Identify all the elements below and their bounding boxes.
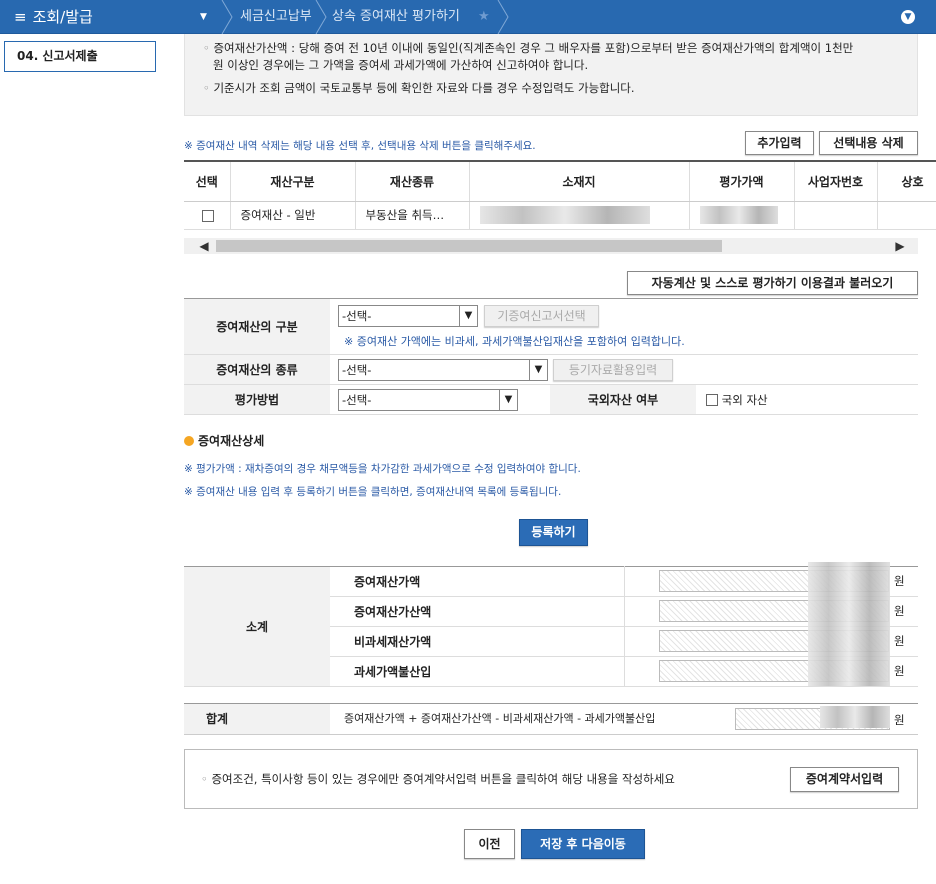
row-location: [469, 201, 690, 230]
breadcrumb-separator-icon: [315, 0, 327, 34]
kind-select[interactable]: -선택- ▼: [338, 359, 548, 381]
horizontal-scrollbar[interactable]: ◀ ▶: [184, 238, 918, 254]
bullet-icon: [184, 436, 194, 446]
summary-row-label: 증여재산가산액: [330, 596, 625, 627]
add-entry-button[interactable]: 추가입력: [745, 131, 814, 155]
info-bullet: ◦ 기준시가 조회 금액이 국토교통부 등에 확인한 자료와 다를 경우 수정입…: [203, 81, 635, 95]
subtotal-label: 소계: [184, 566, 330, 687]
redacted-amounts: [808, 562, 890, 686]
column-header: 사업자번호: [794, 161, 878, 202]
unit-label: 원: [894, 664, 905, 678]
method-label: 평가방법: [184, 384, 330, 415]
column-header: 선택: [184, 161, 231, 202]
chevron-down-icon: ▼: [459, 306, 477, 326]
menu-toggle[interactable]: ≡ 조회/발급: [0, 0, 186, 34]
prev-report-select-button[interactable]: 기증여신고서선택: [484, 305, 599, 327]
scroll-left-icon[interactable]: ◀: [194, 238, 214, 254]
row-category: 증여재산 - 일반: [230, 201, 356, 230]
total-label: 합계: [184, 704, 330, 734]
foreign-asset-text: 국외 자산: [721, 392, 768, 407]
delete-note: ※ 증여재산 내역 삭제는 해당 내용 선택 후, 선택내용 삭제 버튼을 클릭…: [184, 140, 536, 152]
detail-note: ※ 증여재산 내용 입력 후 등록하기 버튼을 클릭하면, 증여재산내역 목록에…: [184, 486, 562, 498]
unit-label: 원: [894, 574, 905, 588]
info-text: 증여재산가산액 : 당해 증여 전 10년 이내에 동일인(직계존속인 경우 그…: [213, 41, 854, 55]
redacted-total: [820, 706, 890, 728]
row-company: [877, 201, 936, 230]
summary-row-label: 과세가액불산입: [330, 656, 625, 687]
top-navigation-bar: ≡ 조회/발급 ▼ 세금신고납부 상속 증여재산 평가하기 ★ ▼: [0, 0, 936, 34]
chevron-down-icon: ▼: [529, 360, 547, 380]
unit-label: 원: [894, 713, 905, 727]
total-row: 합계 증여재산가액 + 증여재산가산액 - 비과세재산가액 - 과세가액불산입 …: [184, 703, 918, 735]
detail-section-title: 증여재산상세: [184, 432, 264, 449]
column-header: 상호: [877, 161, 936, 202]
sidebar-item-report-submit[interactable]: 04. 신고서제출: [4, 41, 156, 72]
table-header: 선택 재산구분 재산종류 소재지 평가가액 사업자번호 상호: [184, 161, 936, 202]
collapse-icon[interactable]: ▼: [901, 10, 915, 24]
previous-button[interactable]: 이전: [464, 829, 515, 859]
table-row[interactable]: 증여재산 - 일반 부동산을 취득…: [184, 201, 936, 230]
type-note: ※ 증여재산 가액에는 비과세, 과세가액불산입재산을 포함하여 입력합니다.: [344, 335, 685, 348]
unit-label: 원: [894, 634, 905, 648]
autocalc-load-button[interactable]: 자동계산 및 스스로 평가하기 이용결과 불러오기: [627, 271, 918, 295]
summary-row-label: 증여재산가액: [330, 566, 625, 597]
column-header: 소재지: [469, 161, 690, 202]
total-formula: 증여재산가액 + 증여재산가산액 - 비과세재산가액 - 과세가액불산입: [344, 712, 656, 725]
column-header: 평가가액: [689, 161, 795, 202]
info-bullet: ◦ 증여재산가산액 : 당해 증여 전 10년 이내에 동일인(직계존속인 경우…: [203, 41, 854, 55]
info-text: 기준시가 조회 금액이 국토교통부 등에 확인한 자료와 다를 경우 수정입력도…: [213, 81, 635, 95]
row-checkbox[interactable]: [202, 209, 214, 222]
menu-title: 조회/발급: [32, 8, 93, 26]
info-text: 원 이상인 경우에는 그 가액을 증여세 과세가액에 가산하여 신고하여야 합니…: [213, 58, 589, 72]
breadcrumb-separator-icon: [497, 0, 509, 34]
breadcrumb-item[interactable]: 상속 증여재산 평가하기: [332, 0, 460, 34]
unit-label: 원: [894, 604, 905, 618]
chevron-down-icon: ▼: [499, 390, 517, 410]
type-select[interactable]: -선택- ▼: [338, 305, 478, 327]
foreign-asset-label: 국외자산 여부: [550, 384, 696, 415]
breadcrumb-item[interactable]: 세금신고납부: [240, 0, 312, 34]
type-label: 증여재산의 구분: [184, 298, 330, 355]
save-next-button[interactable]: 저장 후 다음이동: [521, 829, 645, 859]
row-value: [689, 201, 795, 230]
column-header: 재산구분: [230, 161, 356, 202]
redacted-value: [699, 206, 778, 224]
registry-data-button[interactable]: 등기자료활용입력: [553, 359, 673, 381]
contract-box: ◦ 증여조건, 특이사항 등이 있는 경우에만 증여계약서입력 버튼을 클릭하여…: [184, 749, 918, 809]
contract-note: ◦ 증여조건, 특이사항 등이 있는 경우에만 증여계약서입력 버튼을 클릭하여…: [201, 772, 675, 786]
column-header: 재산종류: [355, 161, 470, 202]
hamburger-icon: ≡: [14, 8, 27, 26]
favorite-star-icon[interactable]: ★: [478, 0, 490, 34]
row-kind: 부동산을 취득…: [355, 201, 470, 230]
kind-label: 증여재산의 종류: [184, 354, 330, 385]
breadcrumb-separator-icon: [221, 0, 233, 34]
gift-property-table: 선택 재산구분 재산종류 소재지 평가가액 사업자번호 상호 증여재산 - 일반…: [184, 160, 936, 230]
delete-selected-button[interactable]: 선택내용 삭제: [819, 131, 918, 155]
detail-note: ※ 평가가액 : 재차증여의 경우 채무액등을 차가감한 과세가액으로 수정 입…: [184, 463, 581, 475]
summary-row-label: 비과세재산가액: [330, 626, 625, 657]
contract-input-button[interactable]: 증여계약서입력: [790, 767, 899, 792]
redacted-location: [479, 206, 650, 224]
foreign-asset-checkbox[interactable]: [706, 394, 718, 406]
scroll-right-icon[interactable]: ▶: [890, 238, 910, 254]
row-business-number: [794, 201, 878, 230]
scrollbar-thumb[interactable]: [216, 240, 722, 252]
menu-dropdown-icon[interactable]: ▼: [200, 0, 207, 34]
info-box: ◦ 증여재산가산액 : 당해 증여 전 10년 이내에 동일인(직계존속인 경우…: [184, 34, 918, 116]
register-button[interactable]: 등록하기: [519, 519, 588, 546]
property-form: 증여재산의 구분 -선택- ▼ 기증여신고서선택 ※ 증여재산 가액에는 비과세,…: [184, 298, 918, 415]
method-select[interactable]: -선택- ▼: [338, 389, 518, 411]
